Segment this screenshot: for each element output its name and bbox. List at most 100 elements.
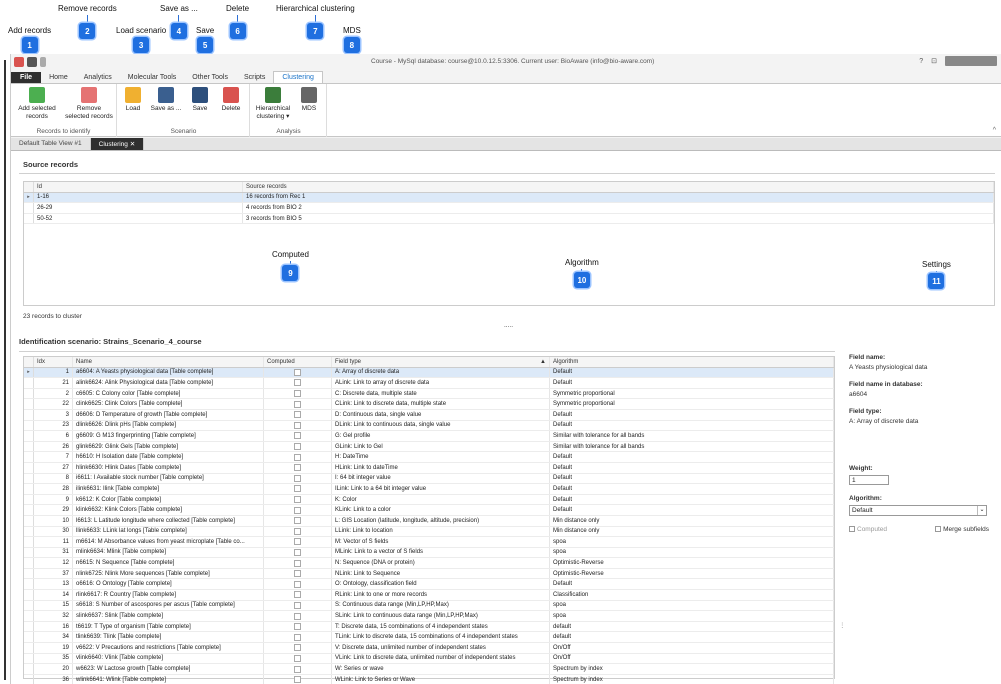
- algorithm-cell[interactable]: Default: [550, 494, 834, 505]
- delete-button[interactable]: Delete: [216, 87, 246, 113]
- table-row[interactable]: 22 clink6625: Clink Colors [Table complet…: [24, 399, 834, 410]
- table-row[interactable]: 32 slink6637: Slink [Table complete] SLink…: [24, 611, 834, 622]
- algorithm-cell[interactable]: spoa: [550, 537, 834, 547]
- algorithm-cell[interactable]: Symmetric proportional: [550, 388, 834, 399]
- computed-checkbox[interactable]: [294, 517, 301, 525]
- computed-checkbox[interactable]: [294, 485, 301, 493]
- computed-cell[interactable]: [264, 643, 332, 653]
- save-button[interactable]: Save: [186, 87, 214, 113]
- table-row[interactable]: 12 n6615: N Sequence [Table complete] N: S…: [24, 558, 834, 569]
- table-row[interactable]: 15 s6618: S Number of ascospores per ascu…: [24, 600, 834, 612]
- computed-cell[interactable]: [264, 664, 332, 674]
- computed-cell[interactable]: [264, 473, 332, 484]
- computed-checkbox[interactable]: [294, 453, 301, 461]
- table-row[interactable]: ▸ 1 a6604: A Yeasts physiological data [Ta…: [24, 367, 834, 379]
- algorithm-cell[interactable]: Classification: [550, 590, 834, 600]
- computed-checkbox[interactable]: [294, 676, 301, 684]
- table-row[interactable]: 19 v6622: V Precautions and restrictions …: [24, 643, 834, 654]
- table-row[interactable]: 8 i6611: I Available stock number [Table …: [24, 473, 834, 485]
- algorithm-cell[interactable]: Similar with tolerance for all bands: [550, 441, 834, 452]
- table-row[interactable]: 13 o6616: O Ontology [Table complete] O: O…: [24, 579, 834, 591]
- table-row[interactable]: 50-52 3 records from BIO 5: [24, 213, 994, 225]
- computed-checkbox[interactable]: [294, 432, 301, 440]
- algorithm-cell[interactable]: On/Off: [550, 653, 834, 664]
- algorithm-cell[interactable]: Default: [550, 420, 834, 431]
- computed-checkbox[interactable]: [294, 591, 301, 599]
- algorithm-cell[interactable]: Default: [550, 367, 834, 378]
- computed-cell[interactable]: [264, 505, 332, 515]
- computed-cell[interactable]: [264, 378, 332, 388]
- table-row[interactable]: 34 tlink6639: Tlink [Table complete] TLink…: [24, 632, 834, 644]
- table-row[interactable]: 26-29 4 records from BIO 2: [24, 203, 994, 214]
- algorithm-cell[interactable]: Default: [550, 484, 834, 494]
- table-row[interactable]: ▸ 1-16 16 records from Rec 1: [24, 192, 994, 204]
- algorithm-cell[interactable]: Default: [550, 462, 834, 473]
- table-row[interactable]: 10 l6613: L Latitude longitude where coll…: [24, 515, 834, 527]
- tab-analytics[interactable]: Analytics: [76, 72, 120, 83]
- computed-checkbox[interactable]: [294, 665, 301, 673]
- tab-clustering[interactable]: Clustering: [273, 71, 323, 83]
- computed-checkbox[interactable]: [294, 464, 301, 472]
- algorithm-cell[interactable]: On/Off: [550, 643, 834, 653]
- computed-cell[interactable]: [264, 537, 332, 547]
- algorithm-cell[interactable]: Default: [550, 378, 834, 388]
- computed-cell[interactable]: [264, 462, 332, 473]
- customize-chevron-icon[interactable]: [40, 57, 46, 67]
- algorithm-cell[interactable]: Symmetric proportional: [550, 399, 834, 409]
- computed-checkbox[interactable]: [294, 559, 301, 567]
- computed-cell[interactable]: [264, 526, 332, 537]
- hierarchical-clustering-button[interactable]: Hierarchical clustering ▾: [253, 87, 293, 120]
- table-row[interactable]: 31 mlink6634: Mlink [Table complete] MLink…: [24, 547, 834, 559]
- computed-cell[interactable]: [264, 515, 332, 526]
- computed-cell[interactable]: [264, 388, 332, 399]
- computed-checkbox[interactable]: [294, 368, 301, 376]
- table-row[interactable]: 3 d6606: D Temperature of growth [Table c…: [24, 409, 834, 421]
- quick-access-icon[interactable]: [27, 57, 37, 67]
- algorithm-cell[interactable]: spoa: [550, 547, 834, 558]
- computed-cell[interactable]: [264, 547, 332, 558]
- algorithm-cell[interactable]: Default: [550, 579, 834, 590]
- algorithm-cell[interactable]: spoa: [550, 611, 834, 621]
- computed-checkbox[interactable]: [294, 548, 301, 556]
- table-row[interactable]: 35 vlink6640: Vlink [Table complete] VLink…: [24, 653, 834, 665]
- load-button[interactable]: Load: [120, 87, 146, 113]
- algorithm-select[interactable]: Default ⌄: [849, 505, 987, 516]
- computed-cell[interactable]: [264, 600, 332, 611]
- tab-molecular-tools[interactable]: Molecular Tools: [120, 72, 185, 83]
- table-row[interactable]: 9 k6612: K Color [Table complete] K: Color…: [24, 494, 834, 506]
- computed-cell[interactable]: [264, 494, 332, 505]
- computed-checkbox[interactable]: [294, 390, 301, 398]
- computed-cell[interactable]: [264, 484, 332, 494]
- table-row[interactable]: 20 w6623: W Lactose growth [Table complet…: [24, 664, 834, 675]
- table-row[interactable]: 7 h6610: H Isolation date [Table complete…: [24, 452, 834, 463]
- computed-checkbox[interactable]: [294, 379, 301, 387]
- table-row[interactable]: 29 klink6632: Klink Colors [Table complet…: [24, 505, 834, 516]
- weight-input[interactable]: 1: [849, 475, 889, 485]
- table-row[interactable]: 30 llink6633: LLink lat longs [Table comp…: [24, 526, 834, 538]
- computed-checkbox[interactable]: [294, 474, 301, 482]
- computed-checkbox[interactable]: [294, 654, 301, 662]
- algorithm-cell[interactable]: Spectrum by index: [550, 674, 834, 684]
- computed-checkbox[interactable]: Computed: [849, 526, 887, 533]
- table-row[interactable]: 36 wlink6641: Wlink [Table complete] WLink…: [24, 674, 834, 684]
- tab-file[interactable]: File: [11, 72, 42, 83]
- algorithm-cell[interactable]: Default: [550, 452, 834, 462]
- computed-cell[interactable]: [264, 409, 332, 420]
- table-row[interactable]: 16 t6619: T Type of organism [Table compl…: [24, 621, 834, 633]
- algorithm-cell[interactable]: Default: [550, 473, 834, 484]
- computed-cell[interactable]: [264, 632, 332, 643]
- restore-icon[interactable]: ⊡: [931, 57, 937, 65]
- computed-checkbox[interactable]: [294, 623, 301, 631]
- computed-cell[interactable]: [264, 558, 332, 568]
- computed-cell[interactable]: [264, 579, 332, 590]
- computed-checkbox[interactable]: [294, 580, 301, 588]
- computed-checkbox[interactable]: [294, 644, 301, 652]
- merge-subfields-checkbox[interactable]: Merge subfields: [935, 526, 989, 533]
- algorithm-cell[interactable]: Optimistic-Reverse: [550, 568, 834, 579]
- add-selected-records-button[interactable]: Add selected records: [15, 87, 59, 120]
- computed-cell[interactable]: [264, 441, 332, 452]
- computed-checkbox[interactable]: [294, 496, 301, 504]
- computed-checkbox[interactable]: [294, 612, 301, 620]
- tab-home[interactable]: Home: [41, 72, 76, 83]
- computed-checkbox[interactable]: [294, 527, 301, 535]
